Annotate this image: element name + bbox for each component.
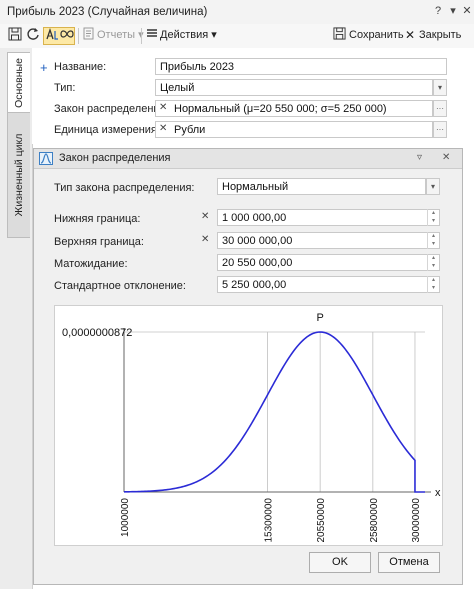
distribution-field[interactable]: Нормальный (μ=20 550 000; σ=5 250 000): [155, 100, 433, 117]
x-tick-label: 25800000: [369, 498, 380, 543]
mean-field[interactable]: 20 550 000,00: [217, 254, 440, 271]
dialog-title-bar: Закон распределения ▿ ✕: [34, 149, 462, 169]
x-tick-label: 20550000: [316, 498, 327, 543]
help-button[interactable]: ?: [431, 4, 445, 18]
tab-lifecycle[interactable]: Жизненный цикл: [7, 112, 30, 238]
actions-label: Действия: [160, 29, 209, 41]
floppy-icon: [8, 27, 22, 41]
distribution-label: Закон распределения:: [54, 103, 169, 115]
type-label: Тип:: [54, 82, 76, 94]
upper-bound-label: Верхняя граница:: [54, 236, 144, 248]
std-field[interactable]: 5 250 000,00: [217, 276, 440, 293]
dialog-close-icon[interactable]: ✕: [442, 152, 450, 163]
save-button[interactable]: Сохранить: [349, 27, 404, 44]
ok-button[interactable]: OK: [309, 552, 371, 573]
x-tick-labels: 1000000 15300000 20550000 25800000 30000000: [120, 498, 422, 543]
reports-icon: [82, 27, 96, 44]
name-label: Название:: [54, 61, 107, 73]
reports-label: Отчеты: [97, 29, 136, 41]
law-type-field[interactable]: Нормальный: [217, 178, 426, 195]
name-field[interactable]: Прибыль 2023: [155, 58, 447, 75]
vertical-tab-strip: Основные Жизненный цикл: [0, 48, 33, 589]
pin-button[interactable]: ▾: [446, 4, 460, 18]
distribution-icon: [39, 152, 53, 165]
text-format-button[interactable]: [45, 27, 59, 44]
link-button[interactable]: [60, 27, 74, 44]
dialog-pin-icon[interactable]: ▿: [417, 152, 422, 163]
cancel-button[interactable]: Отмена: [378, 552, 440, 573]
toolbar-separator: [78, 28, 79, 44]
upper-bound-spinner[interactable]: ▴ ▾: [427, 232, 439, 249]
toolbar: Отчеты ▾ Действия ▾ Сохранить ✕ Закрыть: [0, 24, 474, 49]
close-icon: ✕: [405, 28, 416, 42]
clear-distribution-icon[interactable]: ✕: [159, 102, 167, 113]
mean-spinner[interactable]: ▴ ▾: [427, 254, 439, 271]
dialog-title: Закон распределения: [59, 152, 171, 164]
distribution-dialog: Закон распределения ▿ ✕ Тип закона распр…: [33, 148, 463, 585]
toolbar-separator: [141, 28, 142, 44]
law-type-label: Тип закона распределения:: [54, 182, 195, 194]
std-spinner[interactable]: ▴ ▾: [427, 276, 439, 293]
type-field[interactable]: Целый: [155, 79, 433, 96]
upper-bound-field[interactable]: 30 000 000,00: [217, 232, 440, 249]
x-tick-label: 30000000: [411, 498, 422, 543]
infinity-icon: [60, 30, 74, 38]
expand-plus-icon[interactable]: +: [40, 60, 48, 75]
unit-more-button[interactable]: ···: [433, 121, 447, 138]
x-tick-label: 1000000: [120, 498, 131, 537]
distribution-chart: 0,0000000872 P x 1000000 15300000 20550000…: [62, 312, 441, 543]
type-dropdown-button[interactable]: ▾: [433, 79, 447, 96]
hamburger-icon: [146, 27, 158, 44]
lower-bound-label: Нижняя граница:: [54, 213, 141, 225]
chart-title: P: [316, 312, 323, 324]
tab-main[interactable]: Основные: [7, 52, 30, 114]
refresh-icon: [27, 28, 39, 40]
actions-menu[interactable]: Действия ▾: [160, 27, 217, 44]
mean-label: Матожидание:: [54, 258, 128, 270]
tab-lifecycle-label: Жизненный цикл: [13, 133, 25, 217]
clear-upper-bound-icon[interactable]: ✕: [201, 234, 209, 245]
distribution-more-button[interactable]: ···: [433, 100, 447, 117]
std-label: Стандартное отклонение:: [54, 280, 186, 292]
tab-main-label: Основные: [13, 58, 25, 108]
window-title: Прибыль 2023 (Случайная величина): [7, 6, 208, 18]
x-axis-label: x: [435, 487, 441, 499]
lower-bound-field[interactable]: 1 000 000,00: [217, 209, 440, 226]
close-window-button[interactable]: ✕: [460, 4, 474, 18]
unit-field[interactable]: Рубли: [155, 121, 433, 138]
unit-label: Единица измерения:: [54, 124, 160, 136]
close-button[interactable]: Закрыть: [419, 27, 461, 44]
save-toolbar-icon: [333, 27, 347, 44]
x-tick-label: 15300000: [263, 498, 274, 543]
reports-menu[interactable]: Отчеты ▾: [97, 27, 144, 44]
refresh-button[interactable]: [26, 27, 40, 44]
clear-lower-bound-icon[interactable]: ✕: [201, 211, 209, 222]
chart-gridlines: [124, 331, 425, 492]
law-type-dropdown-button[interactable]: ▾: [426, 178, 440, 195]
clear-unit-icon[interactable]: ✕: [159, 123, 167, 134]
title-bar: Прибыль 2023 (Случайная величина) ? ▾ ✕: [0, 0, 474, 25]
chart-panel: 0,0000000872 P x 1000000 15300000 20550000…: [54, 305, 443, 546]
density-curve: [123, 331, 425, 493]
save-icon-button[interactable]: [8, 27, 22, 44]
y-max-label: 0,0000000872: [62, 327, 132, 339]
text-format-icon: [46, 27, 58, 40]
lower-bound-spinner[interactable]: ▴ ▾: [427, 209, 439, 226]
